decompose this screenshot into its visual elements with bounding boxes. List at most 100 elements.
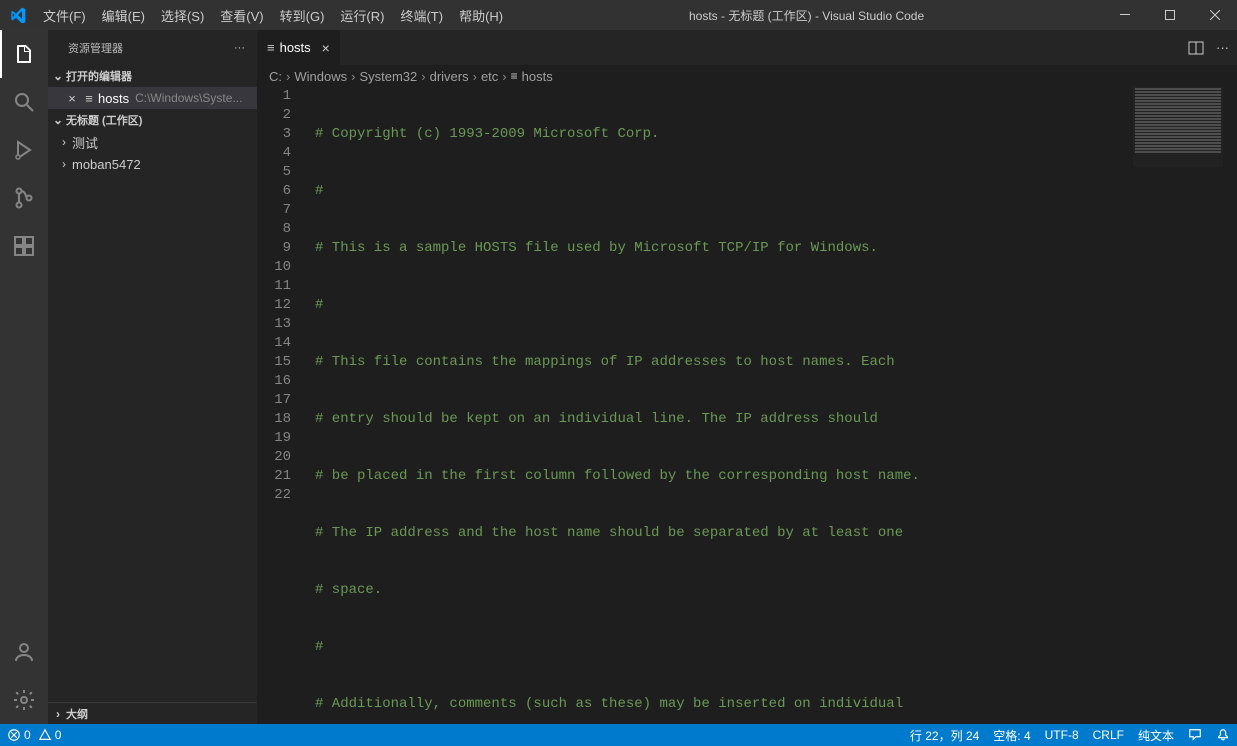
close-icon[interactable]: × xyxy=(322,40,330,56)
minimize-button[interactable] xyxy=(1102,0,1147,30)
outline-section[interactable]: › 大纲 xyxy=(48,702,257,724)
open-editors-section[interactable]: ⌄ 打开的编辑器 xyxy=(48,65,257,87)
open-editors-label: 打开的编辑器 xyxy=(66,68,132,84)
code-line: # space. xyxy=(307,581,1237,600)
file-icon: ≡ xyxy=(511,69,518,83)
line-number: 7 xyxy=(257,201,291,220)
more-icon[interactable]: ··· xyxy=(234,42,245,54)
editor-area[interactable]: 1 2 3 4 5 6 7 8 9 10 11 12 13 14 15 16 1… xyxy=(257,87,1237,724)
chevron-right-icon: › xyxy=(473,69,477,84)
window-controls xyxy=(1102,0,1237,30)
line-number: 9 xyxy=(257,239,291,258)
open-editor-item[interactable]: × ≡ hosts C:\Windows\Syste... xyxy=(48,87,257,109)
workspace-label: 无标题 (工作区) xyxy=(66,112,142,128)
maximize-button[interactable] xyxy=(1147,0,1192,30)
breadcrumb-item[interactable]: System32 xyxy=(359,69,417,84)
code-line: # be placed in the first column followed… xyxy=(307,467,1237,486)
status-language[interactable]: 纯文本 xyxy=(1131,724,1181,746)
chevron-right-icon: › xyxy=(502,69,506,84)
workspace-section[interactable]: ⌄ 无标题 (工作区) xyxy=(48,109,257,131)
status-bell-icon[interactable] xyxy=(1209,724,1237,746)
activity-scm[interactable] xyxy=(0,174,48,222)
status-bar: 0 0 行 22，列 24 空格: 4 UTF-8 CRLF 纯文本 xyxy=(0,724,1237,746)
code-line: # xyxy=(307,182,1237,201)
file-icon: ≡ xyxy=(80,91,98,106)
menu-view[interactable]: 查看(V) xyxy=(212,0,271,30)
menu-run[interactable]: 运行(R) xyxy=(332,0,392,30)
status-feedback-icon[interactable] xyxy=(1181,724,1209,746)
line-number: 5 xyxy=(257,163,291,182)
status-indent[interactable]: 空格: 4 xyxy=(986,724,1037,746)
status-ln-col[interactable]: 行 22，列 24 xyxy=(903,724,986,746)
open-file-path: C:\Windows\Syste... xyxy=(135,91,242,105)
tree-label: 测试 xyxy=(72,133,98,152)
chevron-down-icon: ⌄ xyxy=(50,113,66,127)
chevron-right-icon: › xyxy=(421,69,425,84)
menu-edit[interactable]: 编辑(E) xyxy=(94,0,153,30)
errors-count: 0 xyxy=(24,728,31,742)
tabs-bar: ≡ hosts × ··· xyxy=(257,30,1237,65)
chevron-right-icon: › xyxy=(56,157,72,171)
more-actions-icon[interactable]: ··· xyxy=(1216,40,1229,55)
activity-extensions[interactable] xyxy=(0,222,48,270)
code-line: # The IP address and the host name shoul… xyxy=(307,524,1237,543)
activity-explorer[interactable] xyxy=(0,30,48,78)
line-number: 20 xyxy=(257,448,291,467)
menu-help[interactable]: 帮助(H) xyxy=(451,0,511,30)
tab-hosts[interactable]: ≡ hosts × xyxy=(257,30,341,65)
line-gutter: 1 2 3 4 5 6 7 8 9 10 11 12 13 14 15 16 1… xyxy=(257,87,307,724)
line-number: 2 xyxy=(257,106,291,125)
activity-account[interactable] xyxy=(0,628,48,676)
code-line: # xyxy=(307,296,1237,315)
breadcrumb-item[interactable]: Windows xyxy=(294,69,347,84)
code-content[interactable]: # Copyright (c) 1993-2009 Microsoft Corp… xyxy=(307,87,1237,724)
title-bar: 文件(F) 编辑(E) 选择(S) 查看(V) 转到(G) 运行(R) 终端(T… xyxy=(0,0,1237,30)
close-icon[interactable]: × xyxy=(64,91,80,106)
tab-label: hosts xyxy=(280,40,311,55)
menu-file[interactable]: 文件(F) xyxy=(35,0,94,30)
menu-goto[interactable]: 转到(G) xyxy=(272,0,333,30)
status-eol[interactable]: CRLF xyxy=(1086,724,1131,746)
menubar: 文件(F) 编辑(E) 选择(S) 查看(V) 转到(G) 运行(R) 终端(T… xyxy=(35,0,511,30)
warnings-count: 0 xyxy=(55,728,62,742)
activity-search[interactable] xyxy=(0,78,48,126)
chevron-right-icon: › xyxy=(286,69,290,84)
status-encoding[interactable]: UTF-8 xyxy=(1038,724,1086,746)
sidebar-header: 资源管理器 ··· xyxy=(48,30,257,65)
line-number: 14 xyxy=(257,334,291,353)
activity-settings[interactable] xyxy=(0,676,48,724)
split-editor-icon[interactable] xyxy=(1188,40,1204,56)
breadcrumb-item[interactable]: C: xyxy=(269,69,282,84)
menu-select[interactable]: 选择(S) xyxy=(153,0,212,30)
editor-group: ≡ hosts × ··· C: › Windows › System32 › dri… xyxy=(257,30,1237,724)
breadcrumb-item[interactable]: etc xyxy=(481,69,498,84)
open-file-name: hosts xyxy=(98,91,129,106)
line-number: 8 xyxy=(257,220,291,239)
line-number: 18 xyxy=(257,410,291,429)
line-number: 10 xyxy=(257,258,291,277)
line-number: 21 xyxy=(257,467,291,486)
line-number: 4 xyxy=(257,144,291,163)
chevron-right-icon: › xyxy=(50,707,66,721)
breadcrumb-item[interactable]: ≡hosts xyxy=(511,69,553,84)
minimap[interactable] xyxy=(1133,87,1223,167)
activity-run[interactable] xyxy=(0,126,48,174)
code-line: # Additionally, comments (such as these)… xyxy=(307,695,1237,714)
line-number: 17 xyxy=(257,391,291,410)
sidebar: 资源管理器 ··· ⌄ 打开的编辑器 × ≡ hosts C:\Windows\… xyxy=(48,30,257,724)
line-number: 22 xyxy=(257,486,291,505)
line-number: 11 xyxy=(257,277,291,296)
sidebar-title: 资源管理器 xyxy=(68,40,234,56)
close-button[interactable] xyxy=(1192,0,1237,30)
menu-terminal[interactable]: 终端(T) xyxy=(392,0,451,30)
chevron-right-icon: › xyxy=(351,69,355,84)
code-line: # xyxy=(307,638,1237,657)
scrollbar[interactable] xyxy=(1223,87,1237,724)
tree-label: moban5472 xyxy=(72,157,141,172)
tree-folder-moban[interactable]: › moban5472 xyxy=(48,153,257,175)
line-number: 6 xyxy=(257,182,291,201)
breadcrumb-item[interactable]: drivers xyxy=(430,69,469,84)
tree-folder-test[interactable]: › 测试 xyxy=(48,131,257,153)
status-problems[interactable]: 0 0 xyxy=(0,724,68,746)
line-number: 16 xyxy=(257,372,291,391)
